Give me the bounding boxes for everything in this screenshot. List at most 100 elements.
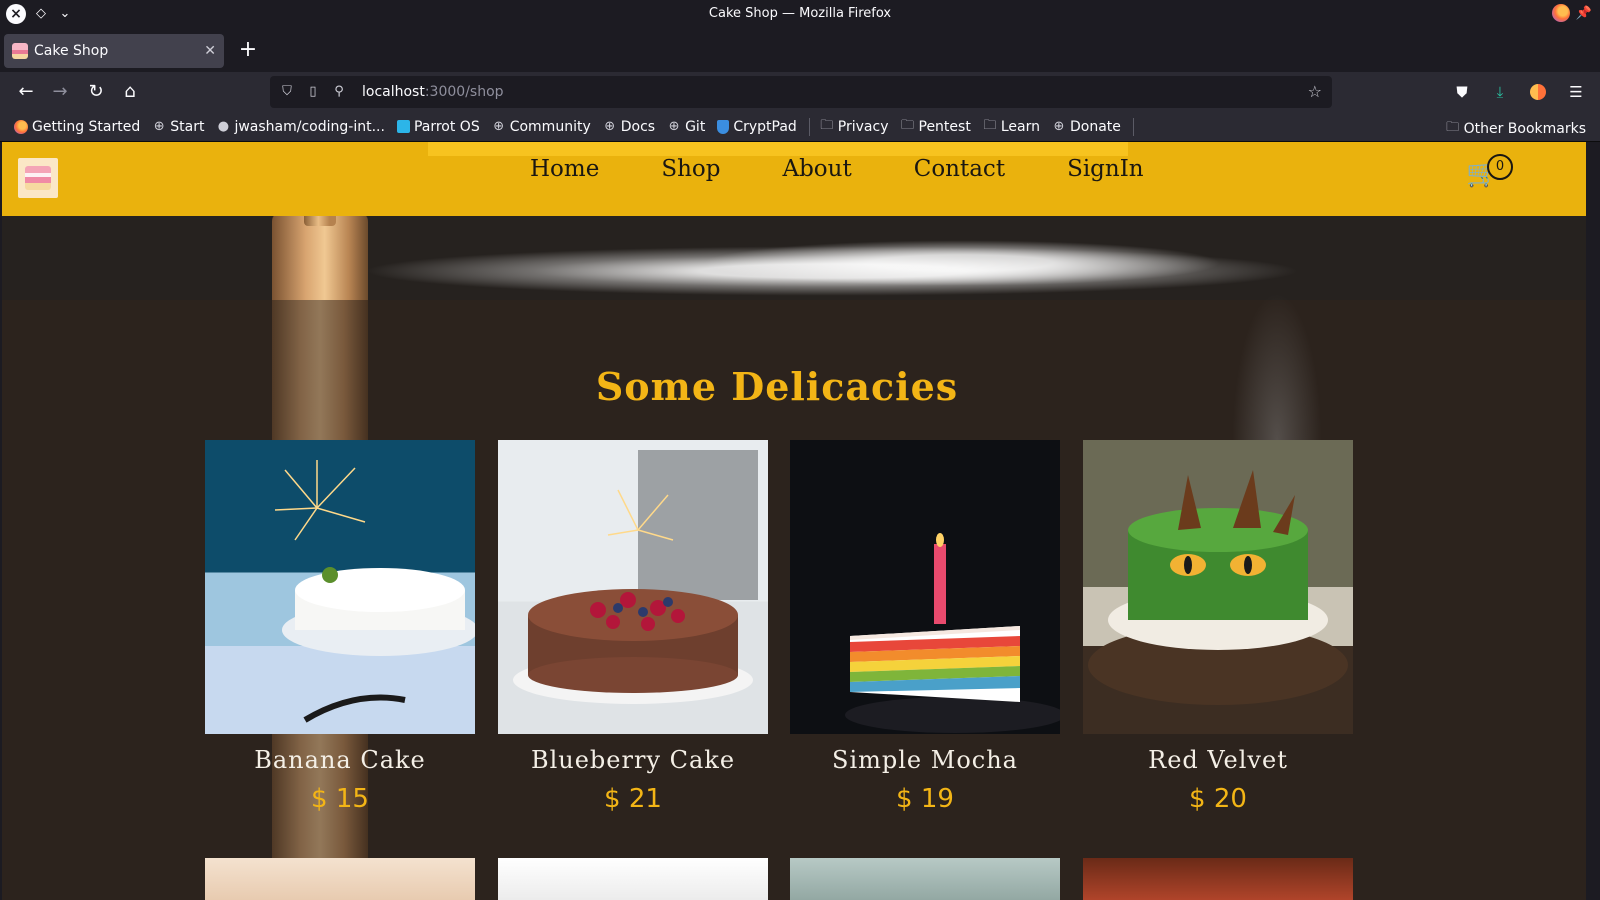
nav-link-home[interactable]: Home — [530, 156, 599, 182]
other-bookmarks-label: Other Bookmarks — [1463, 121, 1586, 137]
nav-link-shop[interactable]: Shop — [661, 156, 720, 182]
bookmark-label: CryptPad — [733, 118, 797, 135]
product-price: $ 21 — [604, 784, 662, 814]
window-title: Cake Shop — Mozilla Firefox — [708, 6, 892, 21]
pin-icon[interactable]: 📌 — [1576, 6, 1592, 21]
product-image-partial[interactable] — [790, 858, 1060, 900]
folder-icon: 🗀 — [1446, 120, 1460, 135]
product-image[interactable] — [205, 440, 475, 734]
bookmark-folder-pentest[interactable]: 🗀 Pentest — [901, 116, 971, 138]
bookmark-github[interactable]: ● jwasham/coding-int... — [216, 118, 385, 135]
bookmark-parrot-os[interactable]: Parrot OS — [396, 119, 480, 135]
bookmark-label: Docs — [620, 118, 656, 135]
page-viewport: Home Shop About Contact SignIn 🛒 0 Some … — [2, 142, 1586, 900]
download-icon[interactable]: ⤓ — [1488, 80, 1512, 104]
bookmark-docs[interactable]: ⊕ Docs — [603, 119, 655, 135]
bookmark-donate[interactable]: ⊕ Donate — [1052, 119, 1121, 135]
folder-icon: 🗀 — [900, 117, 914, 133]
nav-link-about[interactable]: About — [782, 156, 851, 182]
bookmark-separator — [808, 117, 810, 136]
nav-link-signin[interactable]: SignIn — [1067, 156, 1144, 182]
tab-close-icon[interactable]: ✕ — [204, 43, 216, 59]
tab-cake-shop[interactable]: Cake Shop ✕ — [4, 34, 224, 68]
site-logo[interactable] — [18, 158, 58, 198]
product-price: $ 20 — [1189, 784, 1247, 814]
bookmark-community[interactable]: ⊕ Community — [492, 118, 591, 135]
nav-link-contact[interactable]: Contact — [914, 156, 1005, 182]
product-card[interactable]: Blueberry Cake $ 21 — [498, 440, 768, 820]
folder-icon: 🗀 — [983, 117, 997, 133]
product-image-partial[interactable] — [1083, 858, 1353, 900]
blueberry-cake-illustration — [513, 450, 758, 704]
shield-icon[interactable]: ⛉ — [278, 83, 296, 101]
product-card[interactable]: Banana Cake $ 15 — [205, 440, 475, 820]
cart-count-badge: 0 — [1487, 154, 1513, 180]
bookmark-label: Start — [170, 118, 205, 135]
header-highlight-strip — [428, 142, 1128, 156]
navigation-toolbar: ← → ↻ ⌂ ⛉ ▯ ⚲ localhost:3000/shop ☆ ⛊ ⤓ … — [0, 72, 1600, 112]
bookmarks-toolbar: Getting Started ⊕ Start ● jwasham/coding-i… — [0, 112, 1600, 142]
permissions-icon[interactable]: ⚲ — [330, 83, 348, 101]
window-titlebar: × ◇ ⌄ Cake Shop — Mozilla Firefox 📌 — [0, 0, 1600, 28]
product-card[interactable]: Red Velvet $ 20 — [1083, 440, 1353, 820]
page-icon[interactable]: ▯ — [304, 83, 322, 101]
bookmark-label: Community — [509, 118, 591, 135]
folder-icon: 🗀 — [820, 117, 834, 133]
pocket-icon[interactable]: ⛊ — [1450, 80, 1474, 104]
bookmark-label: Getting Started — [32, 118, 141, 135]
bookmark-folder-learn[interactable]: 🗀 Learn — [983, 116, 1040, 138]
bookmark-git[interactable]: ⊕ Git — [667, 119, 706, 135]
product-name: Blueberry Cake — [530, 746, 736, 774]
product-image[interactable] — [498, 440, 768, 734]
section-title: Some Delicacies — [595, 364, 959, 409]
parrot-icon — [396, 120, 410, 133]
reload-icon[interactable]: ↻ — [84, 80, 108, 104]
other-bookmarks-folder[interactable]: 🗀 Other Bookmarks — [1446, 118, 1586, 140]
cake-favicon-icon — [12, 43, 28, 59]
bookmark-getting-started[interactable]: Getting Started — [14, 119, 140, 135]
globe-icon: ⊕ — [604, 119, 616, 134]
hamburger-menu-icon[interactable]: ☰ — [1564, 80, 1588, 104]
new-tab-button[interactable]: + — [236, 38, 260, 62]
site-header: Home Shop About Contact SignIn 🛒 0 — [2, 142, 1586, 216]
tab-strip: Cake Shop ✕ + — [0, 28, 1600, 72]
extension-icon[interactable] — [1530, 84, 1546, 100]
product-image[interactable] — [1083, 440, 1353, 734]
bookmark-star-icon[interactable]: ☆ — [1308, 82, 1322, 101]
product-name: Red Velvet — [1148, 746, 1288, 774]
globe-icon: ⊕ — [1053, 119, 1065, 134]
globe-icon: ⊕ — [668, 119, 680, 134]
banana-cake-illustration — [274, 460, 475, 723]
globe-icon: ⊕ — [153, 119, 165, 134]
product-price: $ 19 — [896, 784, 954, 814]
bookmark-label: Learn — [1000, 118, 1040, 135]
product-image[interactable] — [790, 440, 1060, 734]
firefox-logo-icon — [1551, 4, 1570, 22]
bookmark-start[interactable]: ⊕ Start — [152, 118, 205, 135]
red-velvet-cake-illustration — [1088, 470, 1348, 705]
product-image-partial[interactable] — [498, 858, 768, 900]
bookmark-folder-privacy[interactable]: 🗀 Privacy — [820, 116, 889, 138]
url-text[interactable]: localhost:3000/shop — [362, 84, 504, 100]
bookmark-cryptpad[interactable]: CryptPad — [717, 118, 797, 135]
tab-title: Cake Shop — [34, 43, 109, 59]
firefox-icon — [14, 119, 28, 134]
cryptpad-icon — [717, 119, 730, 134]
globe-icon: ⊕ — [493, 119, 505, 134]
back-arrow-icon[interactable]: ← — [14, 80, 38, 104]
bookmark-label: Donate — [1069, 118, 1121, 135]
url-bar[interactable]: ⛉ ▯ ⚲ localhost:3000/shop ☆ — [270, 76, 1332, 108]
product-image-partial[interactable] — [205, 858, 475, 900]
home-icon[interactable]: ⌂ — [118, 80, 142, 104]
bookmark-label: Privacy — [837, 118, 889, 135]
product-name: Simple Mocha — [832, 746, 1018, 774]
url-host: localhost — [362, 84, 425, 100]
forward-arrow-icon[interactable]: → — [48, 80, 72, 104]
url-path: :3000/shop — [424, 84, 504, 100]
product-card[interactable]: Simple Mocha $ 19 — [790, 440, 1060, 820]
bookmark-label: Pentest — [918, 118, 971, 135]
main-nav: Home Shop About Contact SignIn — [530, 156, 1206, 182]
bookmark-label: jwasham/coding-int... — [234, 118, 385, 135]
bookmark-separator — [1132, 117, 1134, 136]
flour-dust-decoration — [702, 240, 1222, 286]
